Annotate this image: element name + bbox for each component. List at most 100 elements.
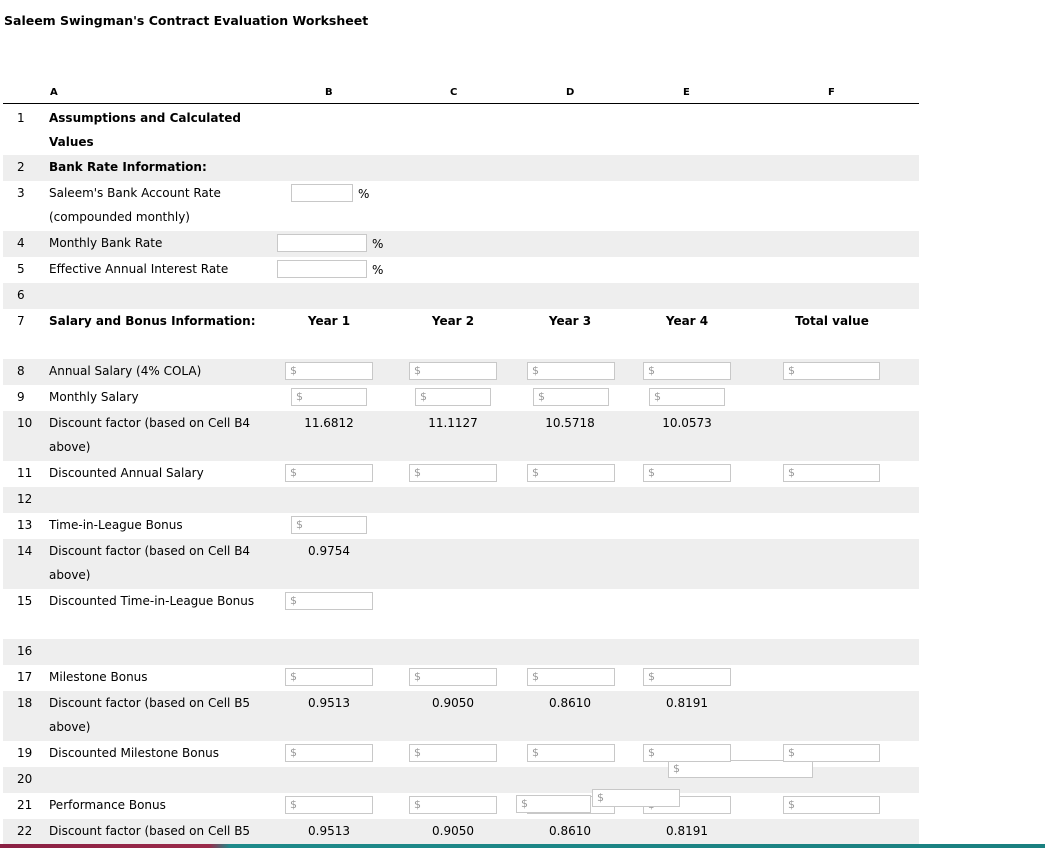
year-header: Year 2 bbox=[431, 314, 475, 328]
row-number: 18 bbox=[17, 696, 33, 710]
cell-value: 0.9513 bbox=[308, 824, 350, 838]
dollar-prefix: $ bbox=[654, 390, 661, 403]
row-label: Discount factor (based on Cell B4 above) bbox=[49, 544, 251, 582]
row-label: Monthly Salary bbox=[49, 390, 139, 404]
disc-milestone-input[interactable]: $ bbox=[643, 744, 731, 762]
dollar-prefix: $ bbox=[290, 466, 297, 479]
dollar-prefix: $ bbox=[532, 364, 539, 377]
currency-input[interactable]: $ bbox=[285, 464, 373, 482]
currency-input[interactable]: $ bbox=[285, 796, 373, 814]
dollar-prefix: $ bbox=[788, 746, 795, 759]
disc-time-bonus-total-input[interactable]: $ bbox=[592, 789, 680, 807]
dollar-prefix: $ bbox=[538, 390, 545, 403]
milestone-total-input[interactable]: $ bbox=[668, 760, 813, 778]
table-row: 13 Time-in-League Bonus bbox=[3, 513, 919, 539]
col-header-c: C bbox=[450, 87, 458, 98]
row-number: 15 bbox=[17, 594, 33, 608]
milestone-input[interactable]: $ bbox=[527, 668, 615, 686]
cell-value: 10.0573 bbox=[662, 416, 712, 430]
currency-input[interactable]: $ bbox=[643, 362, 731, 380]
disc-milestone-input[interactable]: $ bbox=[409, 744, 497, 762]
currency-input[interactable]: $ bbox=[409, 362, 497, 380]
dollar-prefix: $ bbox=[296, 518, 303, 531]
monthly-salary-input[interactable]: $ bbox=[649, 388, 725, 406]
dollar-prefix: $ bbox=[290, 594, 297, 607]
row-label: Assumptions and Calculated Values bbox=[49, 111, 241, 149]
dollar-prefix: $ bbox=[532, 746, 539, 759]
milestone-input[interactable]: $ bbox=[285, 668, 373, 686]
col-header-f: F bbox=[828, 87, 835, 98]
monthly-salary-input[interactable]: $ bbox=[415, 388, 491, 406]
dollar-prefix: $ bbox=[414, 798, 421, 811]
row-label: Monthly Bank Rate bbox=[49, 236, 163, 250]
row-label: Discounted Annual Salary bbox=[49, 466, 204, 480]
dollar-prefix: $ bbox=[788, 364, 795, 377]
currency-input[interactable]: $ bbox=[783, 796, 880, 814]
year-header: Year 4 bbox=[665, 314, 709, 328]
currency-input[interactable]: $ bbox=[527, 362, 615, 380]
cell-value: 0.9050 bbox=[432, 824, 474, 838]
row-label: Salary and Bonus Information: bbox=[49, 314, 256, 328]
cell-value: 0.8610 bbox=[549, 824, 591, 838]
row-number: 13 bbox=[17, 518, 33, 532]
table-row: 1 Assumptions and Calculated Values bbox=[3, 106, 919, 154]
table-row: 12 bbox=[3, 487, 919, 513]
row-number: 2 bbox=[17, 160, 25, 174]
time-bonus-total-input[interactable]: $ bbox=[516, 795, 591, 813]
disc-milestone-input[interactable]: $ bbox=[783, 744, 880, 762]
currency-input[interactable]: $ bbox=[285, 362, 373, 380]
milestone-input[interactable]: $ bbox=[409, 668, 497, 686]
percent-sign: % bbox=[372, 263, 384, 277]
header-divider bbox=[3, 103, 919, 104]
dollar-prefix: $ bbox=[532, 670, 539, 683]
row-number: 21 bbox=[17, 798, 33, 812]
cell-value: 10.5718 bbox=[545, 416, 595, 430]
row-label: Saleem's Bank Account Rate (compounded m… bbox=[49, 186, 221, 224]
dollar-prefix: $ bbox=[788, 798, 795, 811]
col-header-e: E bbox=[683, 87, 690, 98]
dollar-prefix: $ bbox=[414, 746, 421, 759]
row-number: 9 bbox=[17, 390, 25, 404]
currency-input[interactable]: $ bbox=[527, 464, 615, 482]
dollar-prefix: $ bbox=[296, 390, 303, 403]
currency-input[interactable]: $ bbox=[783, 464, 880, 482]
row-label: Bank Rate Information: bbox=[49, 160, 207, 174]
dollar-prefix: $ bbox=[597, 791, 604, 804]
disc-milestone-input[interactable]: $ bbox=[527, 744, 615, 762]
cell-value: 0.8191 bbox=[666, 696, 708, 710]
bank-rate-input[interactable] bbox=[291, 184, 353, 202]
monthly-salary-input[interactable]: $ bbox=[291, 388, 367, 406]
dollar-prefix: $ bbox=[788, 466, 795, 479]
currency-input[interactable]: $ bbox=[409, 464, 497, 482]
dollar-prefix: $ bbox=[648, 746, 655, 759]
row-label: Discounted Time-in-League Bonus bbox=[49, 594, 255, 608]
percent-sign: % bbox=[372, 237, 384, 251]
row-number: 3 bbox=[17, 186, 25, 200]
footer-gradient-bar bbox=[0, 844, 1045, 848]
row-label: Discount factor (based on Cell B4 above) bbox=[49, 416, 251, 454]
currency-input[interactable]: $ bbox=[783, 362, 880, 380]
cell-value: 0.9754 bbox=[308, 544, 350, 558]
row-label: Milestone Bonus bbox=[49, 670, 148, 684]
table-row: 3 Saleem's Bank Account Rate (compounded … bbox=[3, 181, 919, 231]
dollar-prefix: $ bbox=[414, 466, 421, 479]
col-header-a: A bbox=[50, 87, 58, 98]
table-row: 5 Effective Annual Interest Rate bbox=[3, 257, 919, 283]
disc-milestone-input[interactable]: $ bbox=[285, 744, 373, 762]
monthly-rate-input[interactable] bbox=[277, 234, 367, 252]
cell-value: 0.8191 bbox=[666, 824, 708, 838]
page-title: Saleem Swingman's Contract Evaluation Wo… bbox=[4, 13, 369, 28]
dollar-prefix: $ bbox=[673, 762, 680, 775]
table-row: 14 Discount factor (based on Cell B4 abov… bbox=[3, 539, 919, 589]
time-bonus-input[interactable]: $ bbox=[291, 516, 367, 534]
milestone-input[interactable]: $ bbox=[643, 668, 731, 686]
disc-time-bonus-input[interactable]: $ bbox=[285, 592, 373, 610]
currency-input[interactable]: $ bbox=[643, 464, 731, 482]
row-number: 5 bbox=[17, 262, 25, 276]
dollar-prefix: $ bbox=[648, 466, 655, 479]
monthly-salary-input[interactable]: $ bbox=[533, 388, 609, 406]
currency-input[interactable]: $ bbox=[409, 796, 497, 814]
row-number: 19 bbox=[17, 746, 33, 760]
effective-rate-input[interactable] bbox=[277, 260, 367, 278]
row-number: 7 bbox=[17, 314, 25, 328]
